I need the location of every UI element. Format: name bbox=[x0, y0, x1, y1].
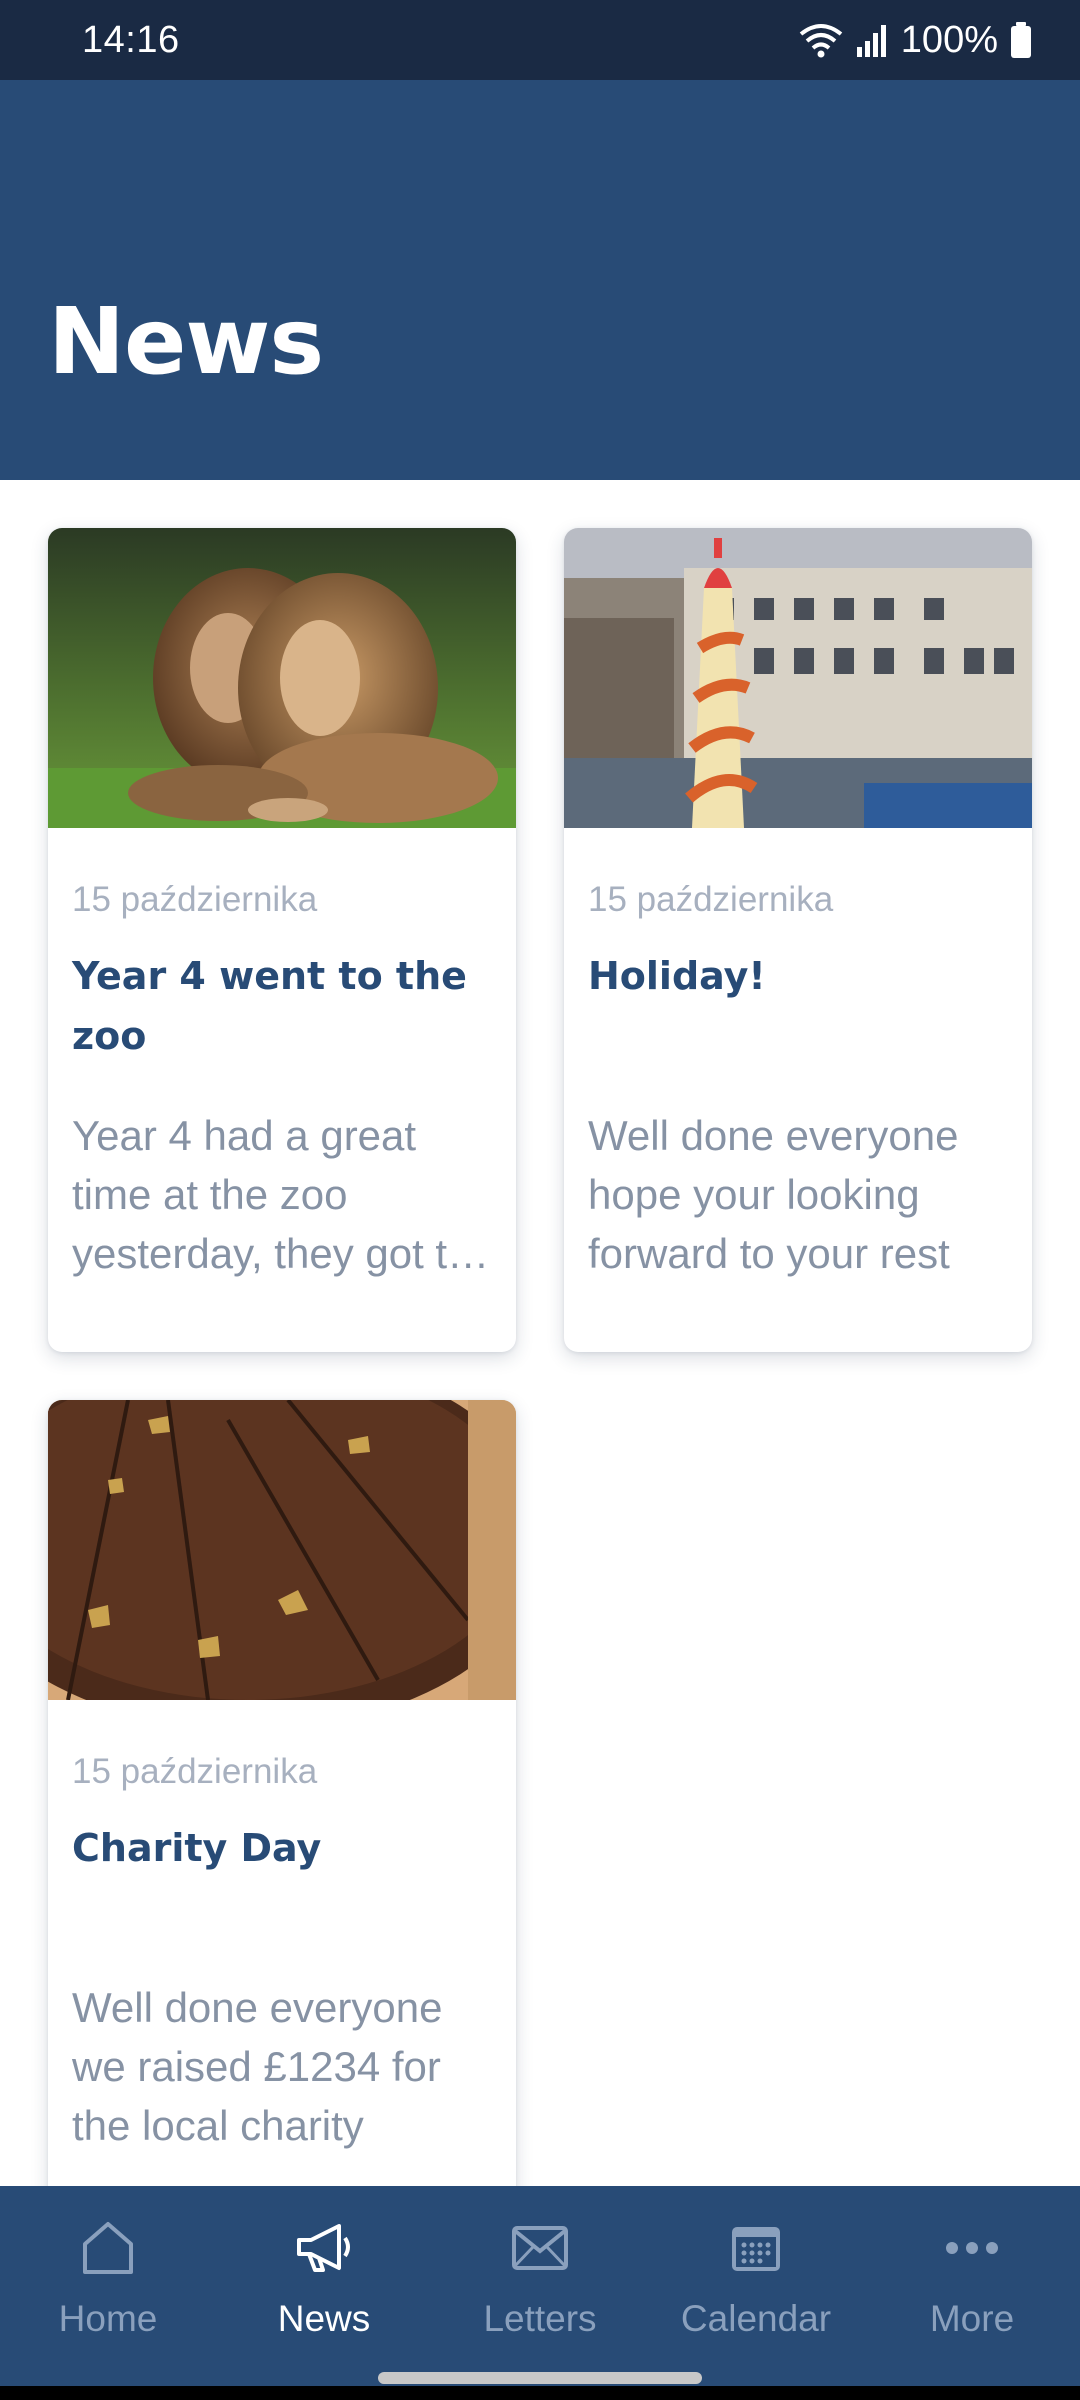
wifi-icon bbox=[799, 24, 843, 58]
gesture-bar bbox=[0, 2386, 1080, 2400]
nav-label: More bbox=[929, 2298, 1015, 2339]
battery-percent: 100% bbox=[900, 18, 998, 61]
nav-item-calendar[interactable]: Calendar bbox=[648, 2186, 864, 2396]
signal-icon bbox=[856, 25, 886, 57]
envelope-icon bbox=[508, 2216, 572, 2280]
page-title: News bbox=[48, 288, 324, 395]
header: News bbox=[0, 80, 1080, 480]
nav-label: Letters bbox=[483, 2298, 597, 2339]
news-card[interactable]: 15 października Holiday! Well done every… bbox=[564, 528, 1032, 1352]
article-excerpt: Well done everyone we raised £1234 for t… bbox=[72, 1984, 443, 2149]
bottom-nav: Home News Letters Calendar More bbox=[0, 2186, 1080, 2396]
news-card[interactable]: 15 października Year 4 went to the zoo Y… bbox=[48, 528, 516, 1352]
status-icons: 100% bbox=[799, 19, 1032, 62]
nav-item-news[interactable]: News bbox=[216, 2186, 432, 2396]
status-bar: 14:16 100% bbox=[0, 0, 1080, 80]
article-excerpt: Well done everyone hope your looking for… bbox=[588, 1112, 959, 1277]
megaphone-icon bbox=[292, 2216, 356, 2280]
article-title: Year 4 went to the zoo bbox=[72, 954, 467, 1058]
nav-label: Calendar bbox=[680, 2298, 832, 2339]
more-icon bbox=[940, 2216, 1004, 2280]
status-time: 14:16 bbox=[82, 18, 180, 61]
article-date: 15 października bbox=[588, 880, 834, 919]
home-icon bbox=[76, 2216, 140, 2280]
nav-label: Home bbox=[58, 2298, 158, 2339]
article-excerpt: Year 4 had a great time at the zoo yeste… bbox=[72, 1112, 471, 1277]
nav-item-more[interactable]: More bbox=[864, 2186, 1080, 2396]
helter-skelter-photo bbox=[564, 528, 1032, 828]
battery-icon bbox=[1011, 22, 1031, 58]
nav-label: News bbox=[277, 2298, 371, 2339]
article-date: 15 października bbox=[72, 1752, 318, 1791]
article-title: Holiday! bbox=[588, 954, 766, 998]
news-card[interactable]: 15 października Charity Day Well done ev… bbox=[48, 1400, 516, 2186]
nav-item-home[interactable]: Home bbox=[0, 2186, 216, 2396]
article-title: Charity Day bbox=[72, 1826, 322, 1870]
home-gesture-handle[interactable] bbox=[378, 2372, 702, 2384]
lions-photo bbox=[48, 528, 516, 828]
calendar-icon bbox=[724, 2216, 788, 2280]
cake-photo bbox=[48, 1400, 516, 1700]
nav-item-letters[interactable]: Letters bbox=[432, 2186, 648, 2396]
article-date: 15 października bbox=[72, 880, 318, 919]
news-list[interactable]: 15 października Year 4 went to the zoo Y… bbox=[0, 480, 1080, 2186]
